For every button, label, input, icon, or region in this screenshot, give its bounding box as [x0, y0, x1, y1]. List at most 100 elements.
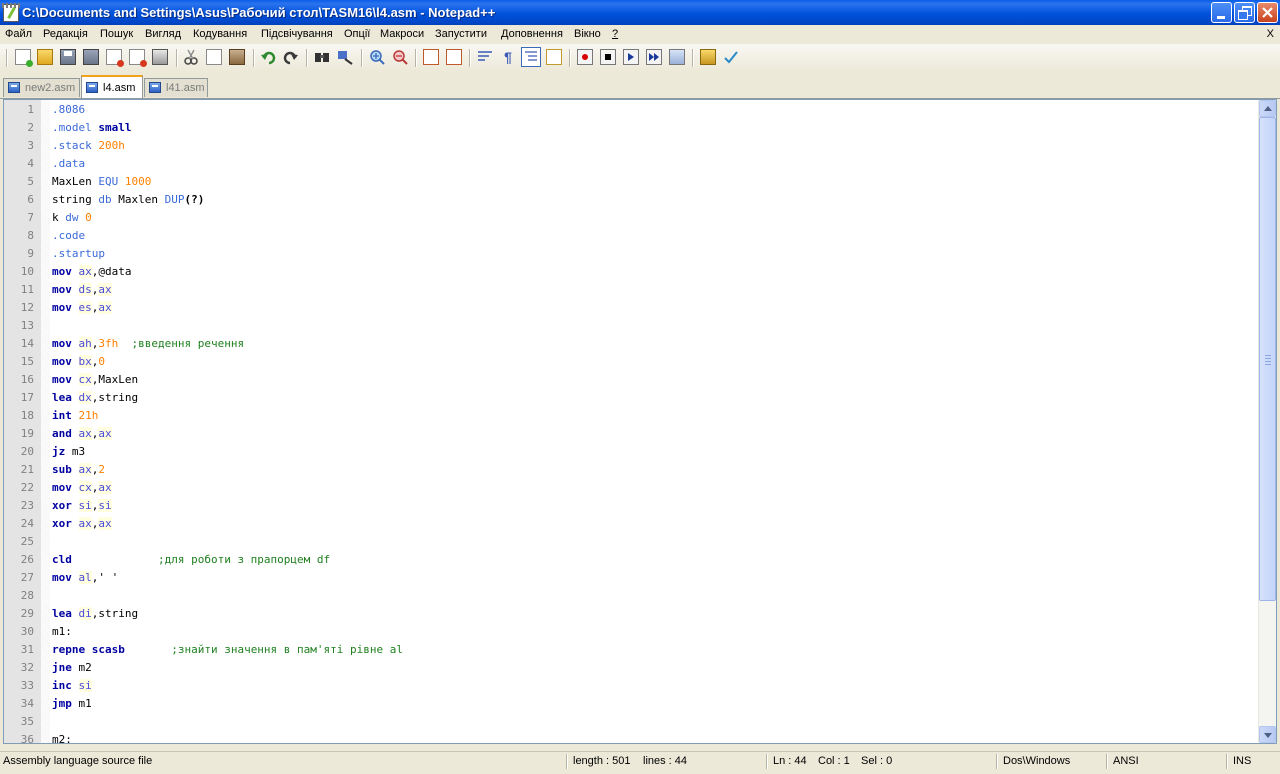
menu-run[interactable]: Запустити: [435, 28, 487, 40]
code-line[interactable]: 7 k dw 0: [4, 209, 1260, 227]
code-line[interactable]: 35: [4, 713, 1260, 731]
stop-record-icon[interactable]: [600, 49, 616, 65]
code-line[interactable]: 3 .stack 200h: [4, 137, 1260, 155]
code-line[interactable]: 5 MaxLen EQU 1000: [4, 173, 1260, 191]
menu-search[interactable]: Пошук: [100, 28, 133, 40]
user-lang-icon[interactable]: [546, 49, 562, 65]
code-line[interactable]: 28: [4, 587, 1260, 605]
code-line[interactable]: 29 lea di,string: [4, 605, 1260, 623]
menu-options[interactable]: Опції: [344, 28, 370, 40]
new-file-icon[interactable]: [15, 49, 33, 67]
code-line[interactable]: 6 string db Maxlen DUP(?): [4, 191, 1260, 209]
code-token: bx: [78, 355, 92, 368]
tab-l4-asm[interactable]: l4.asm: [81, 75, 143, 98]
code-line[interactable]: 14 mov ah,3fh ;введення речення: [4, 335, 1260, 353]
line-code: mov es,ax: [52, 299, 112, 317]
line-number: 21: [20, 463, 34, 476]
menu-plugins[interactable]: Доповнення: [501, 28, 563, 40]
find-icon[interactable]: [314, 49, 330, 65]
code-line[interactable]: 17 lea dx,string: [4, 389, 1260, 407]
code-lines[interactable]: 1 .8086 2 .model small 3 .stack 200h 4 .data 5 Ma…: [4, 101, 1260, 743]
scroll-down-button[interactable]: [1259, 726, 1276, 743]
code-line[interactable]: 11 mov ds,ax: [4, 281, 1260, 299]
paste-icon[interactable]: [229, 49, 245, 65]
status-insert-mode[interactable]: INS: [1233, 755, 1251, 767]
status-eol-format[interactable]: Dos\Windows: [1003, 755, 1070, 767]
spellcheck-icon[interactable]: [723, 49, 739, 65]
code-line[interactable]: 15 mov bx,0: [4, 353, 1260, 371]
code-line[interactable]: 34 jmp m1: [4, 695, 1260, 713]
open-file-icon[interactable]: [37, 49, 53, 65]
save-icon[interactable]: [60, 49, 76, 65]
menu-macros[interactable]: Макроси: [380, 28, 424, 40]
replace-icon[interactable]: [337, 49, 353, 65]
title-bar[interactable]: C:\Documents and Settings\Asus\Рабочий с…: [0, 0, 1280, 25]
vertical-scrollbar[interactable]: [1258, 100, 1276, 743]
close-all-icon[interactable]: [129, 49, 147, 67]
code-line[interactable]: 36 m2:: [4, 731, 1260, 743]
code-line[interactable]: 8 .code: [4, 227, 1260, 245]
menu-view[interactable]: Вигляд: [145, 28, 181, 40]
close-file-icon[interactable]: [106, 49, 124, 67]
record-macro-icon[interactable]: [577, 49, 593, 65]
line-number: 32: [20, 661, 34, 674]
restore-button[interactable]: [1234, 2, 1255, 23]
show-all-chars-icon[interactable]: ¶: [500, 49, 516, 65]
code-line[interactable]: 19 and ax,ax: [4, 425, 1260, 443]
word-wrap-icon[interactable]: [477, 49, 493, 65]
print-icon[interactable]: [152, 49, 168, 65]
run-macro-multiple-icon[interactable]: [646, 49, 662, 65]
code-line[interactable]: 18 int 21h: [4, 407, 1260, 425]
undo-icon[interactable]: [260, 49, 276, 65]
code-line[interactable]: 12 mov es,ax: [4, 299, 1260, 317]
close-document-button[interactable]: X: [1267, 28, 1274, 40]
code-line[interactable]: 2 .model small: [4, 119, 1260, 137]
zoom-out-icon[interactable]: [392, 49, 408, 65]
status-encoding[interactable]: ANSI: [1113, 755, 1139, 767]
code-line[interactable]: 21 sub ax,2: [4, 461, 1260, 479]
code-line[interactable]: 33 inc si: [4, 677, 1260, 695]
zoom-in-icon[interactable]: [369, 49, 385, 65]
sync-vertical-icon[interactable]: [423, 49, 439, 65]
menu-syntax[interactable]: Підсвічування: [261, 28, 333, 40]
code-line[interactable]: 4 .data: [4, 155, 1260, 173]
redo-icon[interactable]: [283, 49, 299, 65]
tab-new2-asm[interactable]: new2.asm: [3, 78, 80, 97]
menu-encoding[interactable]: Кодування: [193, 28, 247, 40]
code-line[interactable]: 23 xor si,si: [4, 497, 1260, 515]
code-line[interactable]: 30 m1:: [4, 623, 1260, 641]
folder-icon[interactable]: [700, 49, 716, 65]
code-line[interactable]: 25: [4, 533, 1260, 551]
close-window-button[interactable]: [1257, 2, 1278, 23]
copy-icon[interactable]: [206, 49, 222, 65]
code-line[interactable]: 9 .startup: [4, 245, 1260, 263]
code-line[interactable]: 16 mov cx,MaxLen: [4, 371, 1260, 389]
menu-window[interactable]: Вікно: [574, 28, 601, 40]
code-line[interactable]: 22 mov cx,ax: [4, 479, 1260, 497]
code-line[interactable]: 1 .8086: [4, 101, 1260, 119]
code-line[interactable]: 26 cld ;для роботи з прапорцем df: [4, 551, 1260, 569]
code-line[interactable]: 32 jne m2: [4, 659, 1260, 677]
scroll-up-button[interactable]: [1259, 100, 1276, 117]
code-line[interactable]: 13: [4, 317, 1260, 335]
menu-help[interactable]: ?: [612, 28, 618, 40]
cut-icon[interactable]: [183, 49, 199, 65]
indent-guide-icon[interactable]: [521, 47, 541, 67]
code-line[interactable]: 10 mov ax,@data: [4, 263, 1260, 281]
code-line[interactable]: 31 repne scasb ;знайти значення в пам'яті…: [4, 641, 1260, 659]
scroll-thumb[interactable]: [1259, 117, 1276, 601]
code-line[interactable]: 20 jz m3: [4, 443, 1260, 461]
tab-l41-asm[interactable]: l41.asm: [144, 78, 208, 97]
save-all-icon[interactable]: [83, 49, 99, 65]
playback-icon[interactable]: [623, 49, 639, 65]
minimize-button[interactable]: [1211, 2, 1232, 23]
menu-file[interactable]: Файл: [5, 28, 32, 40]
save-macro-icon[interactable]: [669, 49, 685, 65]
menu-edit[interactable]: Редакція: [43, 28, 88, 40]
code-line[interactable]: 27 mov al,' ': [4, 569, 1260, 587]
code-line[interactable]: 24 xor ax,ax: [4, 515, 1260, 533]
line-number: 10: [20, 265, 34, 278]
notepad-app-icon[interactable]: [2, 3, 20, 22]
code-editor[interactable]: 1 .8086 2 .model small 3 .stack 200h 4 .data 5 Ma…: [3, 99, 1277, 744]
sync-horizontal-icon[interactable]: [446, 49, 462, 65]
